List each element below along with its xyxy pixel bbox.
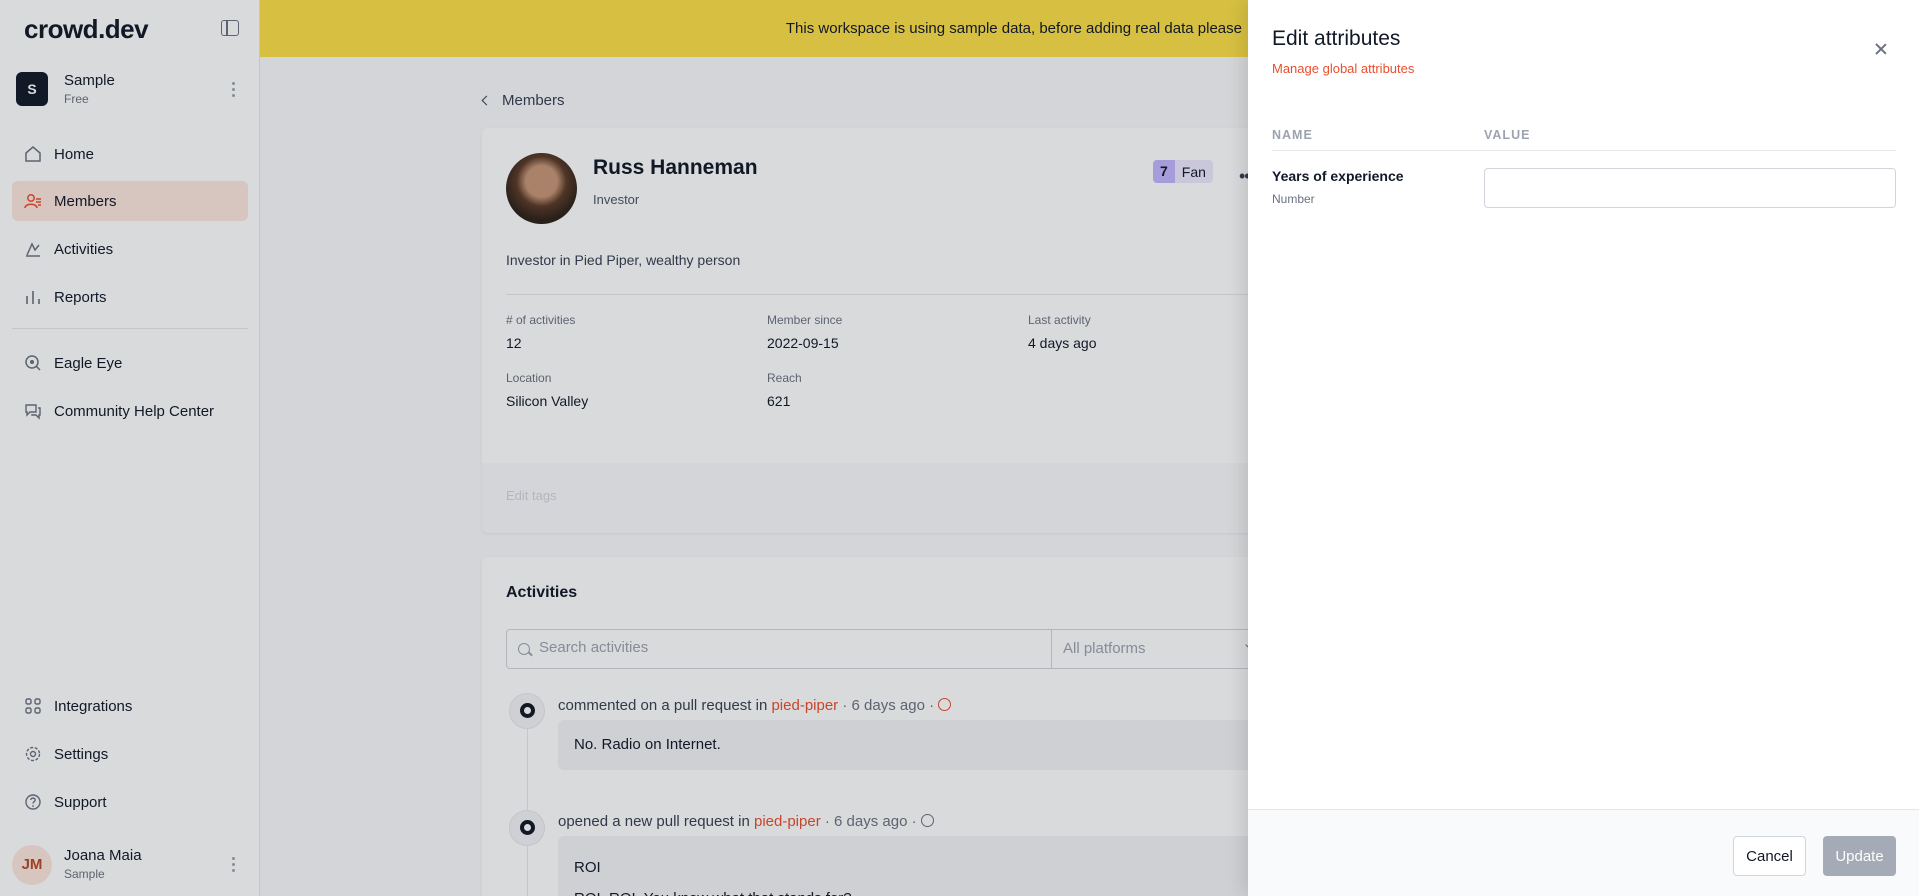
column-header-name: NAME — [1272, 128, 1313, 142]
column-header-value: VALUE — [1484, 128, 1531, 142]
close-icon[interactable] — [1872, 40, 1890, 58]
attribute-name: Years of experience — [1272, 168, 1404, 184]
update-button[interactable]: Update — [1823, 836, 1896, 876]
header-divider — [1272, 150, 1896, 151]
attribute-type: Number — [1272, 192, 1315, 206]
drawer-footer: Cancel Update — [1248, 809, 1919, 896]
edit-attributes-drawer: Edit attributes Manage global attributes… — [1248, 0, 1919, 896]
cancel-button[interactable]: Cancel — [1733, 836, 1806, 876]
manage-global-attributes-link[interactable]: Manage global attributes — [1272, 61, 1414, 76]
modal-overlay[interactable] — [0, 0, 1248, 896]
drawer-title: Edit attributes — [1272, 27, 1401, 50]
years-of-experience-input[interactable] — [1484, 168, 1896, 208]
